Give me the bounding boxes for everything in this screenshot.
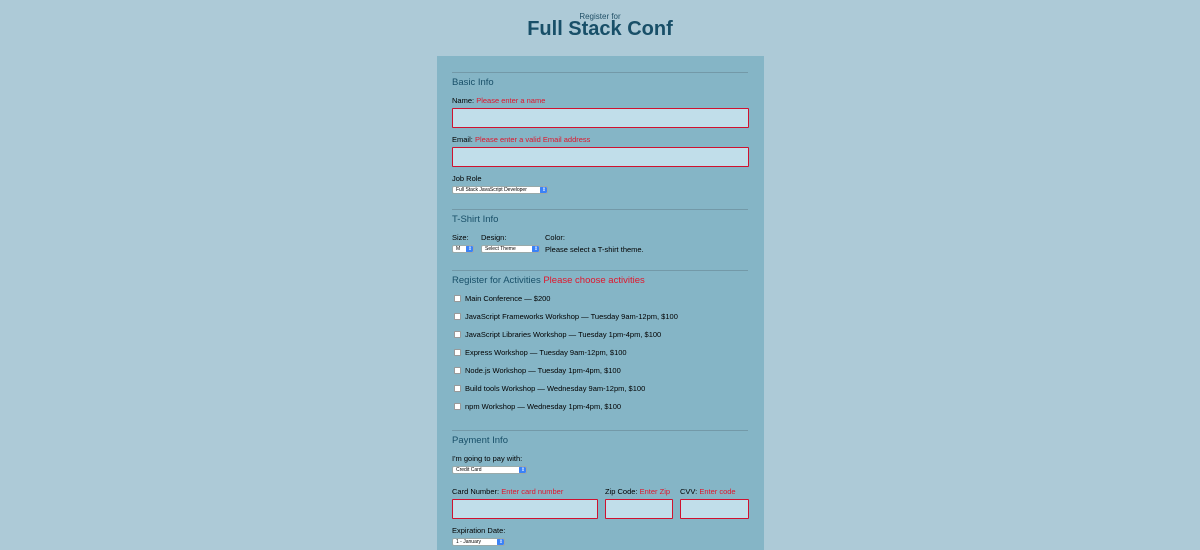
activity-checkbox[interactable]	[454, 385, 461, 392]
email-error: Please enter a valid Email address	[474, 135, 591, 144]
payment-method-select[interactable]: Credit Card ⇕	[452, 466, 527, 474]
expiration-month-select[interactable]: 1 - January ⇕	[452, 538, 505, 546]
card-error: Enter card number	[501, 487, 564, 496]
card-label-row: Card Number: Enter card number	[452, 487, 563, 496]
section-divider	[452, 270, 748, 271]
name-field[interactable]	[452, 108, 749, 128]
section-divider	[452, 72, 748, 73]
activity-label: npm Workshop — Wednesday 1pm-4pm, $100	[465, 402, 622, 411]
job-role-label: Job Role	[452, 174, 482, 183]
activity-checkbox[interactable]	[454, 295, 461, 302]
job-role-select[interactable]: Full Stack JavaScript Developer ⇕	[452, 186, 548, 194]
tshirt-info-heading: T-Shirt Info	[452, 214, 499, 225]
name-label-row: Name: Please enter a name	[452, 96, 545, 105]
expiration-label: Expiration Date:	[452, 526, 506, 535]
activity-label: Main Conference — $200	[465, 294, 551, 303]
email-label-row: Email: Please enter a valid Email addres…	[452, 135, 590, 144]
pay-with-label: I'm going to pay with:	[452, 454, 523, 463]
design-value: Select Theme	[485, 246, 516, 252]
card-number-field[interactable]	[452, 499, 598, 519]
chevron-updown-icon: ⇕	[466, 246, 473, 252]
name-error: Please enter a name	[476, 96, 546, 105]
zip-code-field[interactable]	[605, 499, 673, 519]
zip-error: Enter Zip	[639, 487, 671, 496]
name-label: Name:	[452, 96, 475, 105]
color-label: Color:	[545, 233, 566, 242]
size-label: Size:	[452, 233, 469, 242]
activity-label: JavaScript Frameworks Workshop — Tuesday…	[465, 312, 678, 321]
activity-label: JavaScript Libraries Workshop — Tuesday …	[465, 330, 662, 339]
activities-heading: Register for Activities	[452, 275, 541, 286]
color-message: Please select a T-shirt theme.	[545, 245, 644, 254]
cvv-field[interactable]	[680, 499, 749, 519]
activity-checkbox[interactable]	[454, 367, 461, 374]
zip-label-row: Zip Code: Enter Zip	[605, 487, 670, 496]
activity-checkbox[interactable]	[454, 331, 461, 338]
chevron-updown-icon: ⇕	[519, 467, 526, 473]
chevron-updown-icon: ⇕	[497, 539, 504, 545]
activities-heading-row: Register for Activities Please choose ac…	[452, 275, 645, 286]
section-divider	[452, 430, 748, 431]
page-title: Full Stack Conf	[527, 18, 673, 40]
chevron-updown-icon: ⇕	[540, 187, 547, 193]
email-label: Email:	[452, 135, 473, 144]
cvv-error: Enter code	[699, 487, 736, 496]
design-select[interactable]: Select Theme ⇕	[481, 245, 540, 253]
cvv-label: CVV:	[680, 487, 698, 496]
cvv-label-row: CVV: Enter code	[680, 487, 736, 496]
activity-label: Express Workshop — Tuesday 9am-12pm, $10…	[465, 348, 627, 357]
payment-method-value: Credit Card	[456, 467, 482, 473]
payment-info-heading: Payment Info	[452, 435, 508, 446]
chevron-updown-icon: ⇕	[532, 246, 539, 252]
job-role-value: Full Stack JavaScript Developer	[456, 187, 527, 193]
activity-checkbox[interactable]	[454, 349, 461, 356]
activity-checkbox[interactable]	[454, 403, 461, 410]
basic-info-heading: Basic Info	[452, 77, 494, 88]
activity-label: Node.js Workshop — Tuesday 1pm-4pm, $100	[465, 366, 621, 375]
size-value: M	[456, 246, 461, 252]
activities-error: Please choose activities	[543, 275, 645, 286]
activity-label: Build tools Workshop — Wednesday 9am-12p…	[465, 384, 646, 393]
email-field[interactable]	[452, 147, 749, 167]
card-label: Card Number:	[452, 487, 500, 496]
activity-checkbox[interactable]	[454, 313, 461, 320]
zip-label: Zip Code:	[605, 487, 638, 496]
size-select[interactable]: M ⇕	[452, 245, 474, 253]
section-divider	[452, 209, 748, 210]
registration-form: Basic Info Name: Please enter a name Ema…	[437, 56, 764, 550]
expiration-month-value: 1 - January	[456, 539, 482, 545]
design-label: Design:	[481, 233, 507, 242]
